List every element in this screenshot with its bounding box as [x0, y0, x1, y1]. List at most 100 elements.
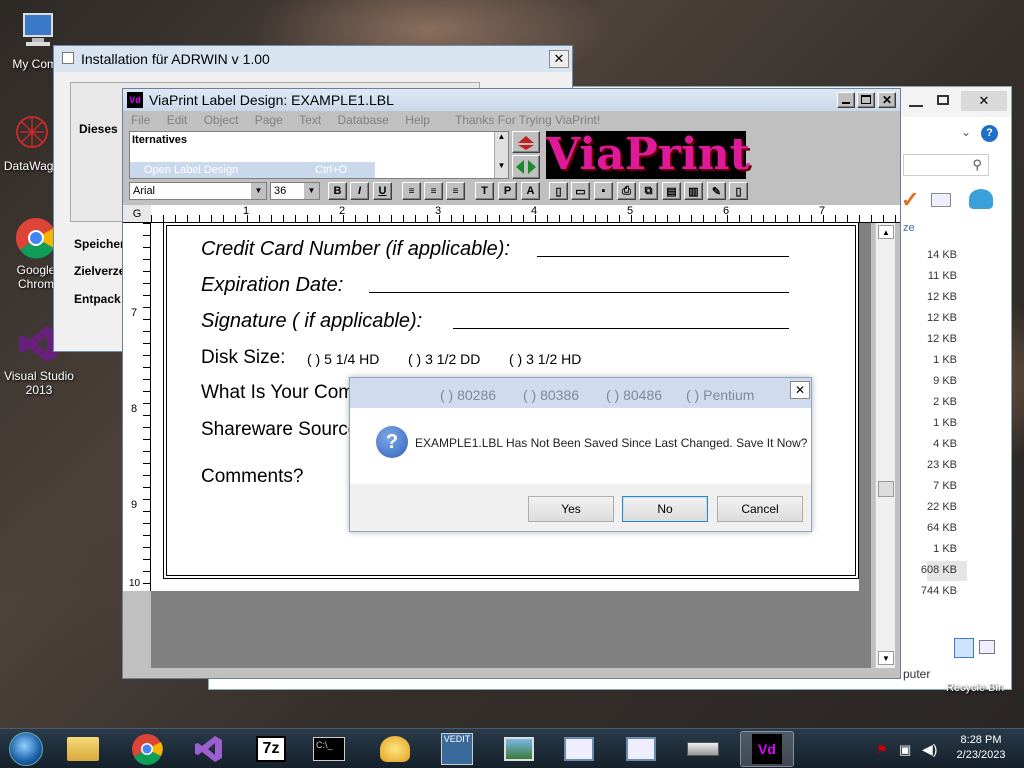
chevron-down-icon[interactable]: ▼: [304, 183, 319, 199]
alternatives-listbox[interactable]: Iternatives Open Label Design Ctrl+O ▲ ▼: [129, 131, 509, 179]
help-icon[interactable]: ?: [981, 125, 998, 142]
doc-disk-option[interactable]: ( ) 3 1/2 DD: [408, 351, 480, 367]
align-right-button[interactable]: ≡: [446, 182, 465, 200]
install-label: Entpack: [74, 292, 121, 306]
maximize-button[interactable]: [857, 92, 875, 108]
close-button[interactable]: ✕: [549, 50, 569, 68]
taskbar-photos[interactable]: [492, 731, 546, 767]
network-icon[interactable]: ▣: [899, 742, 911, 758]
7zip-icon: 7z: [256, 736, 286, 762]
paste-icon[interactable]: ▤: [662, 182, 681, 200]
italic-button[interactable]: I: [350, 182, 369, 200]
doc-shareware-label[interactable]: Shareware Source:: [201, 419, 364, 441]
save-icon[interactable]: ▪: [594, 182, 613, 200]
edit-icon[interactable]: ✎: [707, 182, 726, 200]
properties-icon[interactable]: [931, 193, 951, 207]
new-file-icon[interactable]: ▯: [549, 182, 568, 200]
desktop-icon-label: DataWage: [3, 159, 61, 173]
book-icon[interactable]: ▯: [729, 182, 748, 200]
menu-edit[interactable]: Edit: [167, 113, 188, 127]
taskbar-vedit[interactable]: VEDIT: [430, 731, 484, 767]
ruler-mark: 3: [435, 205, 442, 217]
volume-icon[interactable]: ◀): [922, 741, 937, 758]
details-view-icon[interactable]: [954, 638, 974, 658]
listbox-scrollbar[interactable]: ▲ ▼: [494, 132, 508, 178]
print-icon[interactable]: ⎙: [617, 182, 636, 200]
taskbar-visual-studio[interactable]: [182, 731, 236, 767]
listbox-selected-item[interactable]: Open Label Design Ctrl+O: [130, 162, 375, 178]
chevron-down-icon[interactable]: ⌄: [961, 125, 971, 139]
yes-button[interactable]: Yes: [528, 496, 614, 522]
close-button[interactable]: ✕: [878, 92, 896, 108]
minimize-button[interactable]: [837, 92, 855, 108]
taskbar-7zip[interactable]: 7z: [244, 731, 298, 767]
doc-credit-card-label[interactable]: Credit Card Number (if applicable):: [201, 238, 510, 261]
doc-expiration-label[interactable]: Expiration Date:: [201, 274, 343, 297]
nav-computer[interactable]: puter: [903, 667, 930, 681]
a-tool-button[interactable]: A: [521, 182, 540, 200]
navigate-arrows-button[interactable]: [512, 155, 540, 179]
menu-file[interactable]: File: [131, 113, 150, 127]
open-folder-icon[interactable]: ▭: [571, 182, 590, 200]
font-size-select[interactable]: 36 ▼: [270, 182, 320, 200]
column-header-size[interactable]: ze: [903, 222, 915, 234]
cancel-button[interactable]: Cancel: [717, 496, 803, 522]
large-icons-view-icon[interactable]: [979, 640, 995, 654]
font-select[interactable]: Arial ▼: [129, 182, 267, 200]
chrome-icon: [14, 216, 58, 260]
taskbar-drive[interactable]: [676, 731, 730, 767]
dialog-window: ( ) 80286 ( ) 80386 ( ) 80486 ( ) Pentiu…: [349, 377, 812, 532]
font-name-value: Arial: [133, 185, 156, 197]
file-size: 12 KB: [927, 312, 957, 324]
taskbar-cmd[interactable]: C:\_: [302, 731, 356, 767]
minimize-button[interactable]: [909, 93, 923, 107]
taskbar-viaprint[interactable]: Vd: [740, 731, 794, 767]
shell-icon[interactable]: [969, 189, 993, 209]
doc-disk-option[interactable]: ( ) 3 1/2 HD: [509, 351, 581, 367]
chevron-down-icon[interactable]: ▼: [251, 183, 266, 199]
copy-icon[interactable]: ⧉: [639, 182, 658, 200]
menu-object[interactable]: Object: [204, 113, 239, 127]
scroll-up-button[interactable]: [512, 131, 540, 153]
doc-signature-label[interactable]: Signature ( if applicable):: [201, 310, 422, 333]
menu-database[interactable]: Database: [337, 113, 388, 127]
font-size-value: 36: [274, 185, 287, 197]
scroll-thumb[interactable]: [878, 481, 894, 497]
menu-page[interactable]: Page: [255, 113, 283, 127]
ruler-mark: 9: [131, 499, 138, 511]
close-button[interactable]: ✕: [790, 381, 810, 399]
doc-comments-label[interactable]: Comments?: [201, 466, 303, 488]
doc-disk-size-label[interactable]: Disk Size:: [201, 347, 285, 369]
no-button[interactable]: No: [622, 496, 708, 522]
scroll-up-arrow[interactable]: ▲: [878, 225, 894, 239]
listbox-item-shortcut: Ctrl+O: [315, 164, 348, 176]
maximize-button[interactable]: [937, 95, 949, 105]
taskbar-window-1[interactable]: [552, 731, 606, 767]
taskbar-chrome[interactable]: [120, 731, 174, 767]
bold-button[interactable]: B: [328, 182, 347, 200]
file-size: 4 KB: [933, 438, 957, 450]
close-button[interactable]: ✕: [961, 91, 1007, 111]
underline-button[interactable]: U: [373, 182, 392, 200]
file-size: 23 KB: [927, 459, 957, 471]
taskbar-shell[interactable]: [368, 731, 422, 767]
menu-help[interactable]: Help: [405, 113, 430, 127]
text-tool-button[interactable]: T: [475, 182, 494, 200]
window-icon: [626, 737, 656, 761]
database-icon[interactable]: ▥: [684, 182, 703, 200]
clock[interactable]: 8:28 PM 2/23/2023: [950, 733, 1012, 763]
align-left-button[interactable]: ≡: [402, 182, 421, 200]
vertical-scrollbar[interactable]: ▲ ▼: [875, 223, 895, 668]
scroll-down-arrow[interactable]: ▼: [878, 651, 894, 665]
flag-icon[interactable]: ⚑: [876, 742, 888, 758]
doc-disk-option[interactable]: ( ) 5 1/4 HD: [307, 351, 379, 367]
align-center-button[interactable]: ≡: [424, 182, 443, 200]
taskbar-window-2[interactable]: [614, 731, 668, 767]
checkmark-icon[interactable]: ✓: [901, 187, 919, 213]
p-tool-button[interactable]: P: [498, 182, 517, 200]
search-box[interactable]: ⚲: [903, 154, 989, 176]
start-button[interactable]: [0, 731, 52, 767]
taskbar-explorer[interactable]: [56, 731, 110, 767]
clock-time: 8:28 PM: [960, 734, 1002, 746]
menu-text[interactable]: Text: [299, 113, 321, 127]
